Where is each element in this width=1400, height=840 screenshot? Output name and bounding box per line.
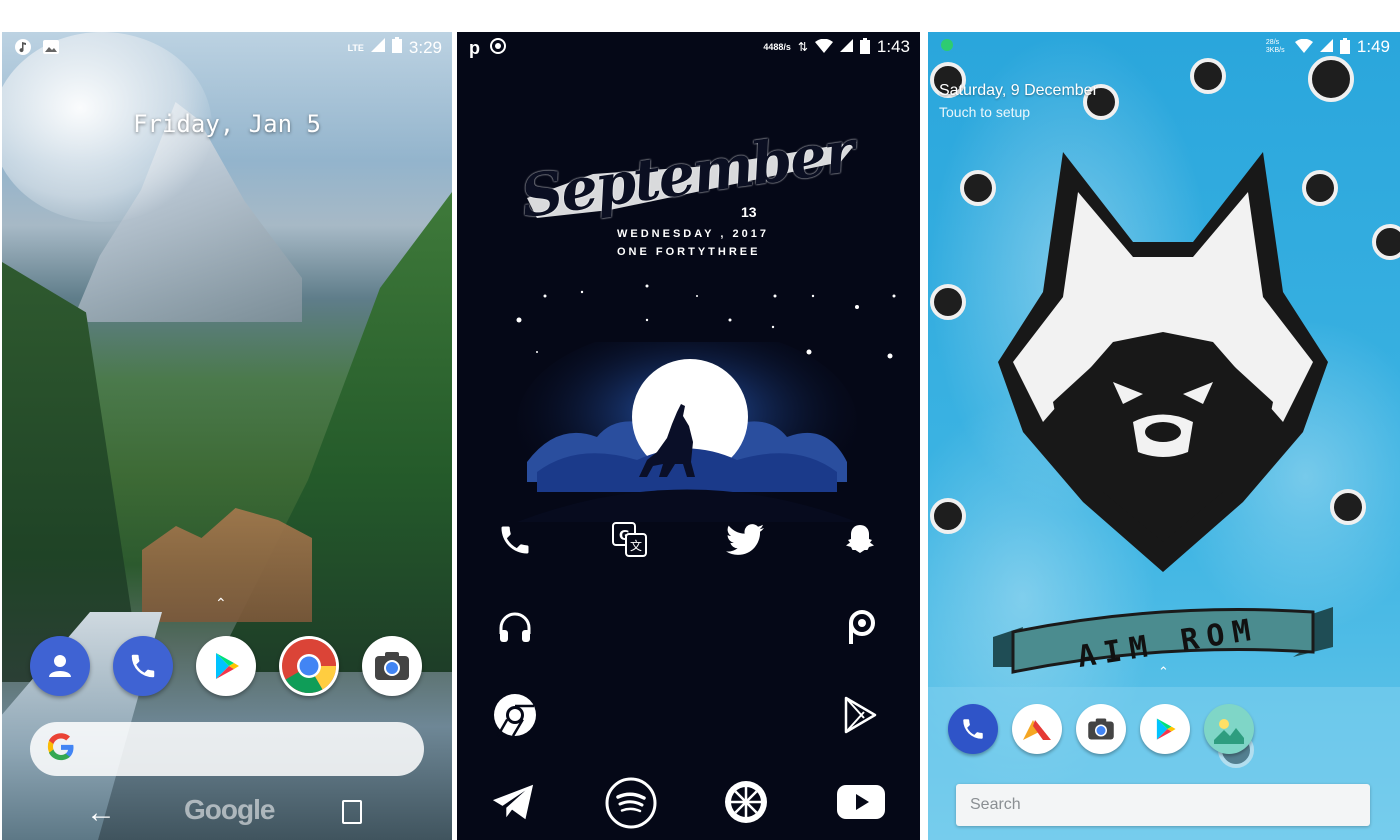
spotify-icon[interactable] xyxy=(604,776,658,830)
android-notification-icon xyxy=(940,38,954,57)
phone-screen-aim-rom: 28/s 3KB/s 1:49 Saturday, 9 December Tou… xyxy=(928,32,1400,840)
search-placeholder: Search xyxy=(970,796,1021,813)
wifi-icon xyxy=(814,38,833,56)
date-widget[interactable]: Saturday, 9 December xyxy=(939,82,1098,100)
music-notification-icon xyxy=(14,38,32,61)
youtube-icon[interactable] xyxy=(837,780,885,824)
network-speed: 28/s 3KB/s xyxy=(1265,39,1285,54)
phone-app-icon[interactable] xyxy=(948,704,998,754)
signal-icon xyxy=(370,38,385,57)
battery-icon xyxy=(391,37,402,58)
battery-icon xyxy=(859,37,870,57)
month-label: September xyxy=(516,117,858,231)
data-arrows-icon: ⇅ xyxy=(797,40,808,54)
snapchat-icon[interactable] xyxy=(838,518,882,562)
play-store-app-icon[interactable] xyxy=(1140,704,1190,754)
image-notification-icon xyxy=(42,39,60,60)
google-search-bar[interactable] xyxy=(30,722,424,776)
chrome-app-icon[interactable] xyxy=(279,636,339,696)
dock xyxy=(948,704,1254,754)
phone-app-icon[interactable] xyxy=(113,636,173,696)
app-drawer-chevron-icon[interactable]: ⌃ xyxy=(1158,664,1169,680)
wifi-icon xyxy=(1294,38,1313,56)
setup-hint[interactable]: Touch to setup xyxy=(939,104,1030,120)
headphones-icon[interactable] xyxy=(493,605,537,649)
gallery-app-icon[interactable] xyxy=(1204,704,1254,754)
svg-text:文: 文 xyxy=(630,538,642,553)
cookie-decoration xyxy=(1372,224,1400,260)
time-in-words: ONE FORTYTHREE xyxy=(617,246,761,258)
dock xyxy=(30,636,422,696)
lte-label: LTE xyxy=(347,42,364,53)
phone-screen-dark-theme: p 4488/s ⇅ 1:43 September 13 WEDNESDAY ,… xyxy=(457,32,920,840)
camera-app-icon[interactable] xyxy=(1076,704,1126,754)
phone-screen-pixel-launcher: LTE 3:29 Friday, Jan 5 ⌃ ← Google xyxy=(2,32,452,840)
status-time: 1:43 xyxy=(876,37,910,56)
whatsapp-notification-icon xyxy=(490,38,506,59)
translate-icon[interactable]: G文 xyxy=(608,518,652,562)
battery-icon xyxy=(1339,37,1350,57)
status-bar: 28/s 3KB/s 1:49 xyxy=(928,32,1400,60)
back-arrow-icon[interactable]: ← xyxy=(86,796,116,830)
howling-wolf-moon-illustration xyxy=(517,342,857,522)
contacts-app-icon[interactable] xyxy=(30,636,90,696)
day-number: 13 xyxy=(741,204,757,220)
search-bar[interactable]: Search xyxy=(956,784,1370,826)
phone-icon[interactable] xyxy=(493,518,537,562)
app-drawer-chevron-icon[interactable]: ⌃ xyxy=(215,595,227,612)
chrome-icon[interactable] xyxy=(493,693,537,737)
status-bar: p 4488/s ⇅ 1:43 xyxy=(457,32,920,60)
screenshot-collage: LTE 3:29 Friday, Jan 5 ⌃ ← Google p 4488… xyxy=(0,0,1400,840)
network-speed: 4488/s xyxy=(763,42,791,52)
status-time: 3:29 xyxy=(408,37,442,57)
status-time: 1:49 xyxy=(1356,37,1390,56)
google-g-icon xyxy=(46,732,76,767)
play-store-icon[interactable] xyxy=(838,693,882,737)
recents-icon[interactable] xyxy=(342,800,362,824)
telegram-icon[interactable] xyxy=(491,780,535,824)
cookie-decoration xyxy=(930,284,966,320)
cookie-decoration xyxy=(1190,58,1226,94)
navigation-bar: ← Google xyxy=(2,794,452,834)
cookie-decoration xyxy=(930,498,966,534)
date-widget[interactable]: Friday, Jan 5 xyxy=(2,110,452,138)
signal-icon xyxy=(1319,39,1333,55)
status-bar: LTE 3:29 xyxy=(2,32,452,60)
picsart-icon[interactable] xyxy=(838,605,882,649)
camera-app-icon[interactable] xyxy=(362,636,422,696)
weekday-year-label: WEDNESDAY , 2017 xyxy=(617,228,769,240)
p-notification-icon: p xyxy=(469,38,480,58)
cookie-decoration xyxy=(1308,56,1354,102)
arrow-launcher-app-icon[interactable] xyxy=(1012,704,1062,754)
wolf-emblem xyxy=(998,152,1328,572)
twitter-icon[interactable] xyxy=(723,518,767,562)
play-store-app-icon[interactable] xyxy=(196,636,256,696)
google-wordmark: Google xyxy=(184,794,275,825)
lemon-icon[interactable] xyxy=(722,778,770,826)
signal-icon xyxy=(839,39,853,55)
